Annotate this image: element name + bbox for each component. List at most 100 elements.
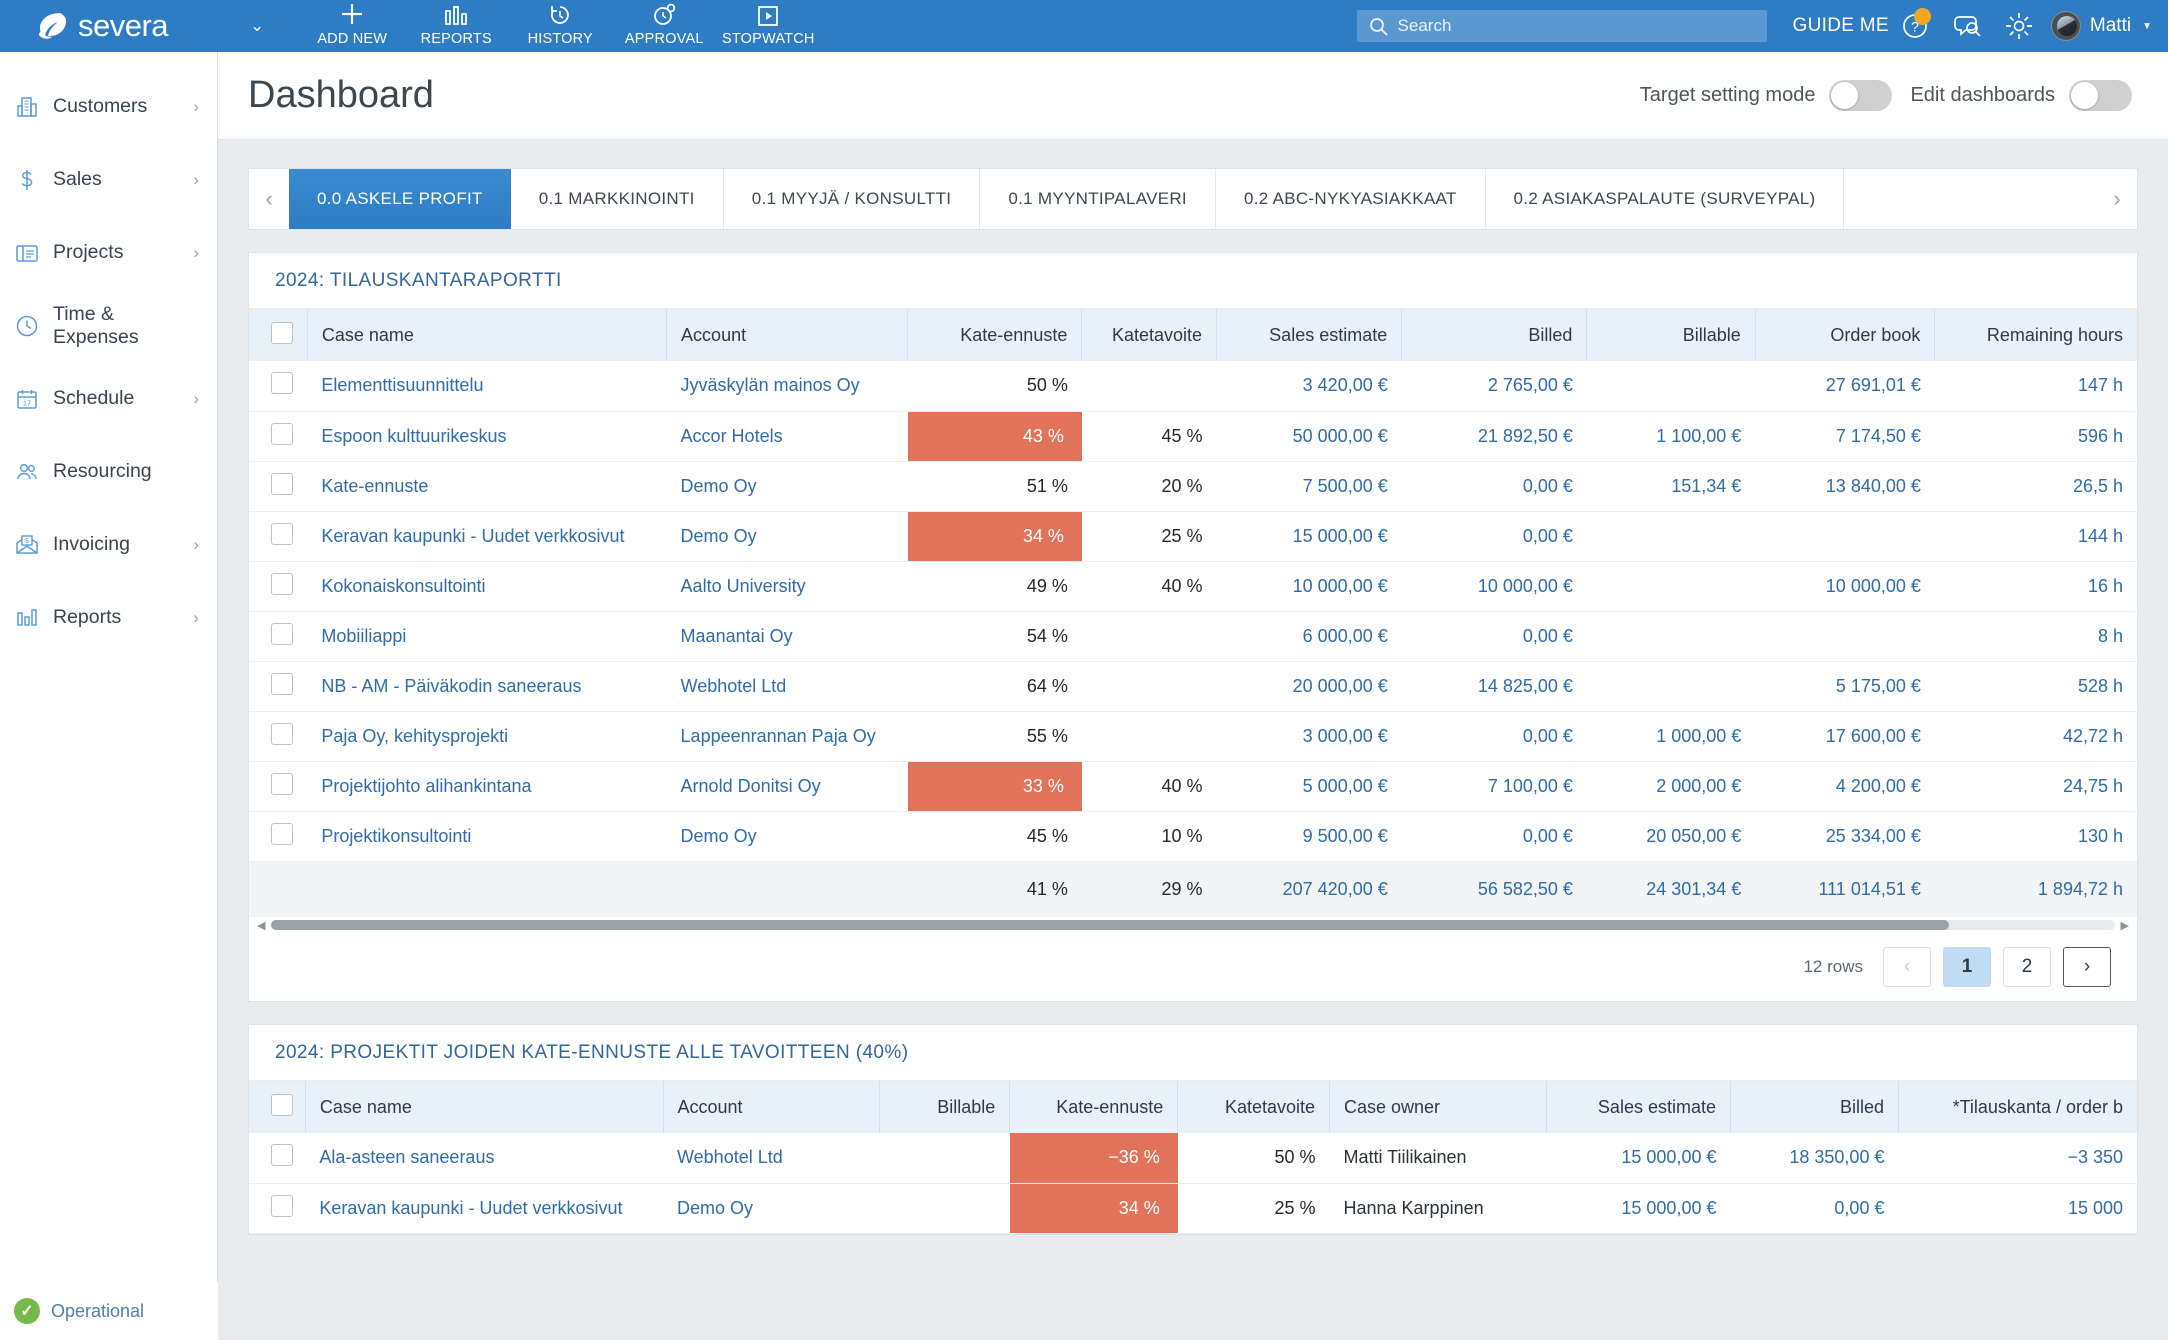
case-link[interactable]: Keravan kaupunki - Uudet verkkosivut [321,526,624,546]
case-link[interactable]: Projektikonsultointi [321,826,471,846]
cell-account[interactable]: Demo Oy [666,461,908,512]
cell-case-name[interactable]: Projektijohto alihankintana [307,761,667,812]
cell-account[interactable]: Demo Oy [663,1183,880,1234]
col-sales-estimate[interactable]: Sales estimate [1216,309,1403,361]
cell-account[interactable]: Demo Oy [666,811,908,862]
sidebar-item-customers[interactable]: Customers › [0,70,217,143]
cell-case-name[interactable]: Espoon kulttuurikeskus [307,411,667,462]
horizontal-scrollbar[interactable]: ◀ ▶ [249,917,2137,933]
cell-case-name[interactable]: Elementtisuunnittelu [307,361,667,412]
account-link[interactable]: Maanantai Oy [681,626,793,646]
table-row[interactable]: Elementtisuunnittelu Jyväskylän mainos O… [249,361,2137,412]
row-checkbox[interactable] [271,522,293,545]
col-billable[interactable]: Billable [1586,309,1756,361]
col-katetavoite[interactable]: Katetavoite [1081,309,1218,361]
row-checkbox[interactable] [271,422,293,445]
col-case-owner[interactable]: Case owner [1329,1081,1547,1133]
case-link[interactable]: Ala-asteen saneeraus [319,1147,494,1167]
cell-case-name[interactable]: Projektikonsultointi [307,811,667,862]
tab-asiakaspalaute[interactable]: 0.2 ASIAKASPALAUTE (SURVEYPAL) [1486,169,1845,229]
cell-account[interactable]: Maanantai Oy [666,611,908,662]
account-link[interactable]: Jyväskylän mainos Oy [681,375,860,395]
account-link[interactable]: Demo Oy [681,476,757,496]
col-case-name[interactable]: Case name [307,309,668,361]
col-account[interactable]: Account [666,309,909,361]
select-all-checkbox[interactable] [271,1093,293,1116]
case-link[interactable]: Espoon kulttuurikeskus [321,426,506,446]
pagination-prev-button[interactable]: ‹ [1883,947,1931,987]
table-row[interactable]: Keravan kaupunki - Uudet verkkosivut Dem… [249,511,2137,562]
row-checkbox[interactable] [271,622,293,645]
sidebar-item-sales[interactable]: Sales › [0,143,217,216]
sidebar-item-time-expenses[interactable]: Time & Expenses [0,289,217,362]
cell-account[interactable]: Lappeenrannan Paja Oy [666,711,908,762]
case-link[interactable]: NB - AM - Päiväkodin saneeraus [321,676,581,696]
account-link[interactable]: Webhotel Ltd [681,676,787,696]
search-input[interactable]: Search [1356,10,1767,42]
select-all-checkbox[interactable] [271,321,293,344]
tab-myyja-konsultti[interactable]: 0.1 MYYJÄ / KONSULTTI [724,169,981,229]
cell-case-name[interactable]: Keravan kaupunki - Uudet verkkosivut [307,511,667,562]
target-setting-mode-toggle[interactable] [1829,80,1893,111]
col-billed[interactable]: Billed [1730,1081,1899,1133]
top-action-approval[interactable]: APPROVAL [612,0,716,52]
cell-case-name[interactable]: Kokonaiskonsultointi [307,561,667,612]
case-link[interactable]: Keravan kaupunki - Uudet verkkosivut [319,1198,622,1218]
case-link[interactable]: Mobiiliappi [321,626,406,646]
sidebar-item-projects[interactable]: Projects › [0,216,217,289]
case-link[interactable]: Kokonaiskonsultointi [321,576,485,596]
pagination-next-button[interactable]: › [2063,947,2111,987]
row-checkbox[interactable] [271,822,293,845]
sidebar-item-resourcing[interactable]: Resourcing [0,435,217,508]
cell-case-name[interactable]: Mobiiliappi [307,611,667,662]
tabs-next-button[interactable]: › [2097,169,2137,229]
user-menu[interactable]: Matti ▼ [2050,11,2152,41]
brand-logo-area[interactable]: severa [0,0,218,52]
col-order-book[interactable]: Order book [1755,309,1936,361]
table-row[interactable]: Keravan kaupunki - Uudet verkkosivut Dem… [249,1183,2137,1234]
table-row[interactable]: Kokonaiskonsultointi Aalto University 49… [249,561,2137,612]
cell-case-name[interactable]: NB - AM - Päiväkodin saneeraus [307,661,667,712]
chat-button[interactable] [1941,0,1993,52]
cell-case-name[interactable]: Keravan kaupunki - Uudet verkkosivut [305,1183,663,1234]
table-row[interactable]: Ala-asteen saneeraus Webhotel Ltd −36 % … [249,1133,2137,1184]
tab-askele-profit[interactable]: 0.0 ASKELE PROFIT [289,169,511,229]
top-action-history[interactable]: HISTORY [508,0,612,52]
col-remaining-hours[interactable]: Remaining hours [1934,309,2137,361]
table-row[interactable]: Projektijohto alihankintana Arnold Donit… [249,761,2137,812]
account-link[interactable]: Aalto University [681,576,806,596]
scrollbar-thumb[interactable] [271,920,1949,930]
chevron-down-icon[interactable]: ⌄ [250,16,264,36]
account-link[interactable]: Demo Oy [677,1198,753,1218]
pagination-page-2[interactable]: 2 [2003,947,2051,987]
row-checkbox[interactable] [271,1194,293,1217]
cell-account[interactable]: Accor Hotels [666,411,908,462]
account-link[interactable]: Arnold Donitsi Oy [681,776,821,796]
account-link[interactable]: Demo Oy [681,826,757,846]
row-checkbox[interactable] [271,572,293,595]
row-checkbox[interactable] [271,722,293,745]
col-case-name[interactable]: Case name [305,1081,664,1133]
pagination-page-1[interactable]: 1 [1943,947,1991,987]
row-checkbox[interactable] [271,472,293,495]
col-billable[interactable]: Billable [879,1081,1011,1133]
table-row[interactable]: Espoon kulttuurikeskus Accor Hotels 43 %… [249,411,2137,462]
sidebar-item-schedule[interactable]: 17 Schedule › [0,362,217,435]
cell-case-name[interactable]: Kate-ennuste [307,461,667,512]
tabs-prev-button[interactable]: ‹ [249,169,289,229]
tab-markkinointi[interactable]: 0.1 MARKKINOINTI [511,169,724,229]
table-row[interactable]: Mobiiliappi Maanantai Oy 54 % 6 000,00 €… [249,611,2137,662]
row-checkbox[interactable] [271,372,293,395]
case-link[interactable]: Projektijohto alihankintana [321,776,531,796]
tab-abc-nykyasiakkaat[interactable]: 0.2 ABC-NYKYASIAKKAAT [1216,169,1486,229]
top-action-stopwatch[interactable]: STOPWATCH [716,0,820,52]
top-action-add-new[interactable]: ADD NEW [300,0,404,52]
cell-case-name[interactable]: Paja Oy, kehitysprojekti [307,711,667,762]
cell-account[interactable]: Webhotel Ltd [663,1133,880,1184]
col-kate-ennuste[interactable]: Kate-ennuste [1009,1081,1179,1133]
col-katetavoite[interactable]: Katetavoite [1177,1081,1330,1133]
table-row[interactable]: Paja Oy, kehitysprojekti Lappeenrannan P… [249,711,2137,762]
row-checkbox[interactable] [271,772,293,795]
scroll-left-icon[interactable]: ◀ [257,919,265,932]
table-row[interactable]: Kate-ennuste Demo Oy 51 % 20 % 7 500,00 … [249,461,2137,512]
